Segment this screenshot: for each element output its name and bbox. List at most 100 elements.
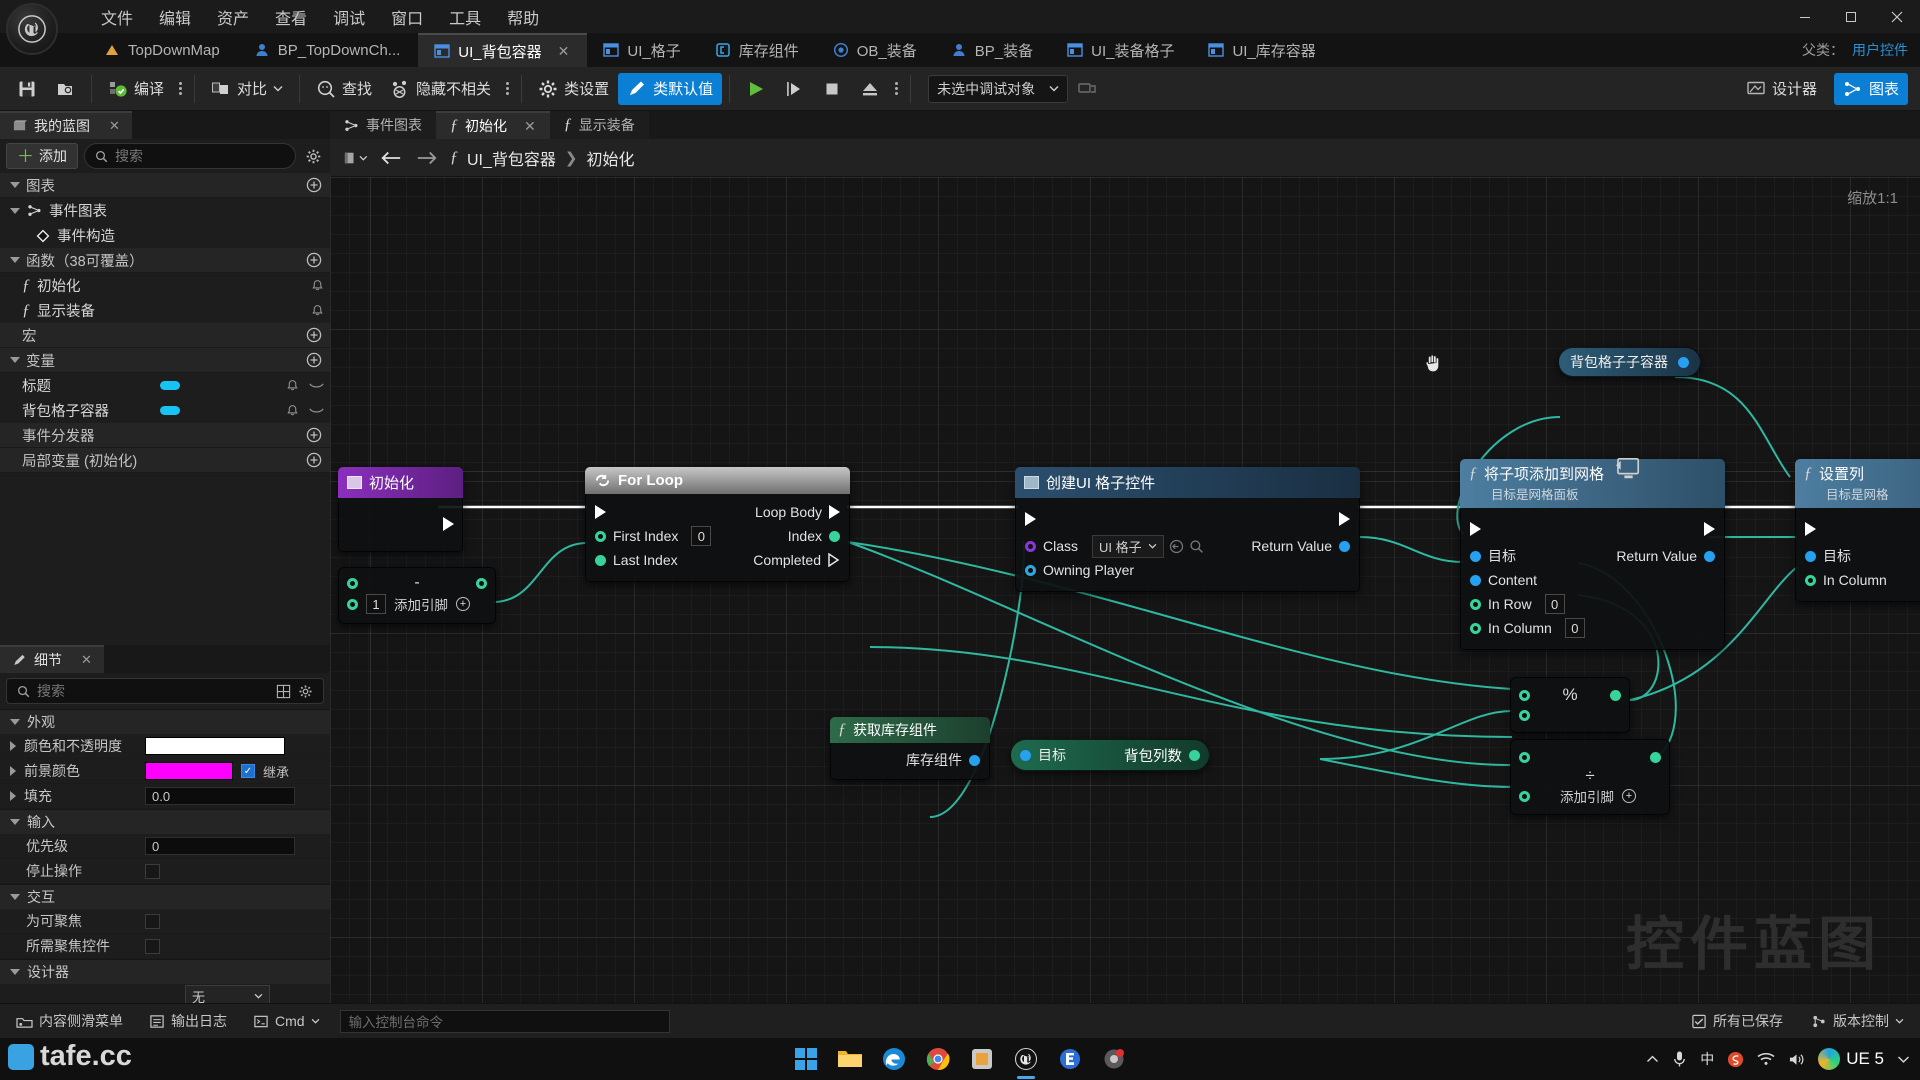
asset-tab-inventory-component[interactable]: 库存组件 bbox=[699, 33, 817, 67]
select-designer-preview[interactable]: 无 bbox=[185, 985, 270, 1003]
expand-triangle-icon[interactable] bbox=[10, 969, 20, 975]
graph-tab-close-icon[interactable]: ✕ bbox=[524, 118, 536, 135]
tree-section-graphs[interactable]: 图表 bbox=[0, 173, 330, 198]
divide-add-pin-button[interactable]: + bbox=[1622, 789, 1636, 803]
exec-output-pin[interactable] bbox=[443, 517, 454, 531]
node-set-column[interactable]: ƒ 设置列 目标是网格 目标 In Column bbox=[1795, 459, 1920, 602]
asset-tab-ui-equipment-slot[interactable]: UI_装备格子 bbox=[1051, 33, 1192, 67]
graph-tab-initialize[interactable]: ƒ 初始化 ✕ bbox=[436, 111, 550, 139]
divide-output-pin[interactable] bbox=[1650, 751, 1661, 763]
parent-class-value[interactable]: 用户控件 bbox=[1852, 40, 1908, 60]
class-picker[interactable]: UI 格子 bbox=[1092, 534, 1204, 558]
menu-assets[interactable]: 资产 bbox=[204, 1, 262, 33]
output-log-button[interactable]: 输出日志 bbox=[143, 1008, 233, 1035]
gear-icon[interactable] bbox=[298, 684, 313, 699]
expand-triangle-icon[interactable] bbox=[10, 207, 20, 214]
class-defaults-button[interactable]: 类默认值 bbox=[618, 72, 723, 105]
subtract-add-pin-button[interactable]: + bbox=[456, 597, 470, 611]
color-swatch-color-opacity[interactable] bbox=[145, 737, 285, 755]
sogou-ime-icon[interactable] bbox=[1727, 1051, 1744, 1068]
chevron-up-icon[interactable] bbox=[1646, 1055, 1659, 1064]
value-first-index[interactable]: 0 bbox=[691, 526, 712, 546]
exec-output-pin[interactable] bbox=[1704, 522, 1715, 536]
divide-input-pin-b[interactable] bbox=[1519, 790, 1530, 802]
graph-tab-event-graph[interactable]: 事件图表 bbox=[330, 111, 436, 139]
microphone-icon[interactable] bbox=[1672, 1050, 1687, 1068]
modulo-input-pin-b[interactable] bbox=[1519, 709, 1530, 721]
play-button[interactable] bbox=[737, 73, 775, 105]
add-dispatcher-icon[interactable] bbox=[306, 427, 322, 443]
exec-input-pin[interactable] bbox=[595, 505, 606, 519]
menu-help[interactable]: 帮助 bbox=[494, 1, 552, 33]
inherit-checkbox[interactable]: ✓ bbox=[241, 764, 255, 778]
menu-tools[interactable]: 工具 bbox=[436, 1, 494, 33]
expand-triangle-icon[interactable] bbox=[10, 894, 20, 900]
hide-unrelated-options-button[interactable] bbox=[500, 73, 514, 105]
menu-debug[interactable]: 调试 bbox=[320, 1, 378, 33]
minimize-button[interactable] bbox=[1782, 0, 1828, 33]
details-group-interaction[interactable]: 交互 bbox=[0, 884, 330, 909]
tree-item-var-title[interactable]: 标题 bbox=[0, 373, 330, 398]
asset-tab-close-icon[interactable]: ✕ bbox=[558, 43, 570, 60]
int-input-pin-in-column[interactable] bbox=[1805, 574, 1816, 586]
node-modulo[interactable]: % bbox=[1510, 677, 1630, 733]
tree-item-event-graph[interactable]: 事件图表 bbox=[0, 198, 330, 223]
int-output-pin-count[interactable] bbox=[1189, 749, 1200, 761]
expand-triangle-icon[interactable] bbox=[10, 182, 20, 188]
browse-asset-icon[interactable] bbox=[1169, 539, 1184, 554]
class-input-pin[interactable] bbox=[1025, 540, 1036, 552]
eject-button[interactable] bbox=[851, 73, 889, 105]
menu-view[interactable]: 查看 bbox=[262, 1, 320, 33]
tab-my-blueprint[interactable]: 我的蓝图 ✕ bbox=[0, 111, 132, 139]
asset-tab-ob-equipment[interactable]: OB_装备 bbox=[817, 33, 935, 67]
asset-tab-ui-grid[interactable]: UI_格子 bbox=[587, 33, 698, 67]
nav-back-button[interactable] bbox=[378, 146, 404, 170]
number-input-priority[interactable]: 0 bbox=[145, 837, 295, 855]
recording-app-button[interactable] bbox=[1099, 1044, 1129, 1074]
int-input-pin-in-column[interactable] bbox=[1470, 622, 1481, 634]
diff-button[interactable]: 对比 bbox=[202, 73, 292, 105]
details-close-icon[interactable]: ✕ bbox=[81, 652, 92, 668]
node-bag-grid-container-var[interactable]: 背包格子子容器 bbox=[1558, 347, 1701, 377]
compile-button[interactable]: 编译 bbox=[99, 73, 173, 105]
eye-closed-icon[interactable] bbox=[309, 405, 324, 416]
exec-output-pin-completed[interactable] bbox=[828, 553, 840, 567]
blueprint-canvas[interactable]: 缩放1:1 控件蓝图 初始化 - 1 添加引脚 + For Loop Loop … bbox=[330, 177, 1920, 1003]
volume-icon[interactable] bbox=[1788, 1052, 1805, 1067]
ime-indicator[interactable]: 中 bbox=[1700, 1049, 1714, 1069]
object-output-pin-return[interactable] bbox=[1704, 550, 1715, 562]
checkbox-desired-focus-widget[interactable] bbox=[145, 938, 160, 954]
add-variable-icon[interactable] bbox=[306, 352, 322, 368]
debug-object-select[interactable]: 未选中调试对象 bbox=[928, 74, 1069, 103]
int-output-pin-index[interactable] bbox=[829, 530, 840, 542]
expand-triangle-icon[interactable] bbox=[10, 741, 16, 751]
store-app-button[interactable] bbox=[967, 1044, 997, 1074]
wifi-icon[interactable] bbox=[1757, 1052, 1775, 1066]
my-blueprint-search-input[interactable]: 搜索 bbox=[84, 143, 296, 169]
subtract-output-pin[interactable] bbox=[475, 577, 487, 589]
variable-type-pill[interactable] bbox=[160, 406, 180, 415]
tree-section-event-dispatchers[interactable]: 事件分发器 bbox=[0, 423, 330, 448]
debug-filter-button[interactable] bbox=[1068, 73, 1106, 105]
console-command-input[interactable]: 输入控制台命令 bbox=[339, 1009, 670, 1033]
preview-monitor-icon[interactable] bbox=[1615, 457, 1643, 481]
node-for-loop[interactable]: For Loop Loop Body First Index 0 Index L… bbox=[585, 467, 850, 582]
details-group-designer[interactable]: 设计器 bbox=[0, 959, 330, 984]
step-button[interactable] bbox=[775, 73, 813, 105]
my-blueprint-settings-button[interactable] bbox=[302, 145, 324, 167]
node-divide[interactable]: ÷ 添加引脚 + bbox=[1510, 739, 1670, 815]
bell-icon[interactable] bbox=[286, 379, 299, 392]
int-input-pin-first-index[interactable] bbox=[595, 530, 606, 542]
nav-forward-button[interactable] bbox=[414, 146, 440, 170]
chevron-down-icon[interactable] bbox=[1897, 1055, 1910, 1064]
asset-tab-bp-equipment[interactable]: BP_装备 bbox=[935, 33, 1051, 67]
node-subtract[interactable]: - 1 添加引脚 + bbox=[338, 567, 496, 624]
tree-section-macros[interactable]: 宏 bbox=[0, 323, 330, 348]
breadcrumb-current[interactable]: 初始化 bbox=[586, 146, 634, 170]
breadcrumb-root[interactable]: UI_背包容器 bbox=[467, 146, 556, 170]
add-graph-icon[interactable] bbox=[306, 177, 322, 193]
tree-item-func-show-equipment[interactable]: ƒ 显示装备 bbox=[0, 298, 330, 323]
object-input-pin-content[interactable] bbox=[1470, 574, 1481, 586]
close-button[interactable] bbox=[1874, 0, 1920, 33]
object-input-pin-target[interactable] bbox=[1805, 550, 1816, 562]
